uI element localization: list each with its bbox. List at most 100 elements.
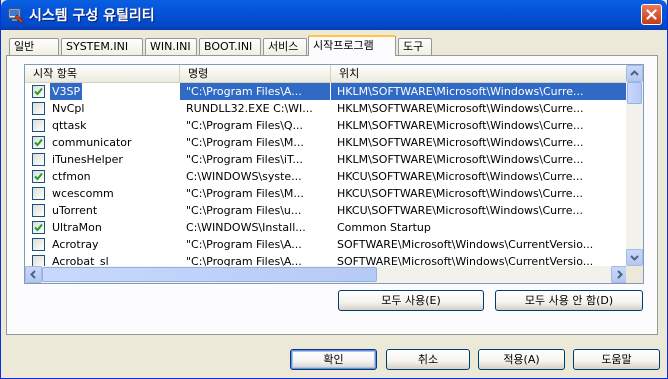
scroll-corner — [626, 266, 643, 283]
startup-item-command: C:\WINDOWS\Install... — [186, 221, 306, 234]
close-button[interactable] — [641, 4, 662, 25]
startup-item-command: C:\WINDOWS\syste... — [186, 170, 302, 183]
startup-item-name: iTunesHelper — [52, 153, 123, 166]
list-item[interactable]: communicator "C:\Program Files\M... HKLM\S… — [25, 134, 628, 151]
checkmark-icon — [34, 87, 43, 96]
startup-item-checkbox[interactable] — [32, 221, 45, 234]
list-item[interactable]: UltraMon C:\WINDOWS\Install... Common Star… — [25, 219, 628, 236]
system-config-window: 시스템 구성 유틸리티 일반 SYSTEM.INI WIN.INI BOOT.I… — [0, 0, 668, 379]
startup-item-checkbox[interactable] — [32, 238, 45, 251]
vertical-scrollbar[interactable] — [626, 65, 643, 266]
list-item[interactable]: qttask "C:\Program Files\Q... HKLM\SOFTWAR… — [25, 117, 628, 134]
startup-item-name: V3SP — [50, 83, 83, 100]
startup-item-cell: ctfmon — [25, 168, 179, 185]
startup-item-command: RUNDLL32.EXE C:\WI... — [186, 102, 313, 115]
chevron-up-icon — [630, 70, 639, 76]
tab-tools[interactable]: 도구 — [398, 38, 432, 55]
startup-item-location: HKCU\SOFTWARE\Microsoft\Windows\Curre... — [337, 187, 584, 200]
list-header: 시작 항목 명령 위치 — [25, 65, 628, 83]
list-item[interactable]: V3SP "C:\Program Files\A... HKLM\SOFTWARE\… — [25, 83, 628, 100]
list-item[interactable]: wcescomm "C:\Program Files\M... HKCU\SOFTW… — [25, 185, 628, 202]
horizontal-scroll-thumb[interactable] — [42, 267, 377, 282]
scroll-down-button[interactable] — [626, 249, 643, 266]
startup-item-cell: Acrotray — [25, 236, 179, 253]
enable-all-button[interactable]: 모두 사용(E) — [338, 290, 484, 311]
startup-item-location: HKLM\SOFTWARE\Microsoft\Windows\Curre... — [331, 83, 628, 100]
title-bar[interactable]: 시스템 구성 유틸리티 — [1, 0, 667, 30]
msconfig-app-icon — [7, 6, 25, 24]
startup-item-location: SOFTWARE\Microsoft\Windows\CurrentVersio… — [337, 238, 594, 251]
startup-item-name: NvCpl — [52, 102, 85, 115]
list-item[interactable]: Acrotray "C:\Program Files\A... SOFTWARE\M… — [25, 236, 628, 253]
list-item[interactable]: NvCpl RUNDLL32.EXE C:\WI... HKLM\SOFTWARE\… — [25, 100, 628, 117]
startup-item-name: communicator — [52, 136, 132, 149]
list-item[interactable]: iTunesHelper "C:\Program Files\iT... HKLM\… — [25, 151, 628, 168]
column-header-command[interactable]: 명령 — [180, 65, 331, 82]
startup-list[interactable]: 시작 항목 명령 위치 V3SP "C:\Program Files\A... HK… — [24, 64, 644, 284]
tab-win-ini[interactable]: WIN.INI — [145, 38, 197, 55]
startup-item-name: qttask — [52, 119, 87, 132]
tab-system-ini[interactable]: SYSTEM.INI — [61, 38, 143, 55]
column-header-startup-item[interactable]: 시작 항목 — [25, 65, 180, 82]
startup-item-checkbox[interactable] — [32, 170, 45, 183]
startup-item-command: "C:\Program Files\M... — [186, 136, 304, 149]
startup-item-cell: iTunesHelper — [25, 151, 179, 168]
tab-boot-ini[interactable]: BOOT.INI — [199, 38, 261, 55]
startup-item-checkbox[interactable] — [32, 85, 45, 98]
startup-item-command: "C:\Program Files\u... — [186, 204, 302, 217]
help-button[interactable]: 도움말 — [573, 349, 660, 370]
scroll-left-button[interactable] — [25, 266, 42, 283]
startup-item-name: Acrotray — [52, 238, 99, 251]
apply-button[interactable]: 적용(A) — [478, 349, 565, 370]
close-icon — [646, 9, 657, 20]
startup-item-cell: NvCpl — [25, 100, 179, 117]
startup-item-name: uTorrent — [52, 204, 98, 217]
startup-item-command: "C:\Program Files\A... — [186, 238, 302, 251]
startup-item-cell: UltraMon — [25, 219, 179, 236]
ok-button[interactable]: 확인 — [290, 349, 377, 370]
startup-item-cell: uTorrent — [25, 202, 179, 219]
startup-item-checkbox[interactable] — [32, 136, 45, 149]
startup-item-command: "C:\Program Files\iT... — [186, 153, 303, 166]
tab-services[interactable]: 서비스 — [263, 38, 307, 55]
tab-general[interactable]: 일반 — [9, 38, 59, 55]
startup-item-checkbox[interactable] — [32, 187, 45, 200]
vertical-scroll-thumb[interactable] — [627, 82, 642, 104]
startup-item-checkbox[interactable] — [32, 102, 45, 115]
cancel-button[interactable]: 취소 — [386, 349, 470, 370]
list-item[interactable]: ctfmon C:\WINDOWS\syste... HKCU\SOFTWARE\M… — [25, 168, 628, 185]
startup-item-checkbox[interactable] — [32, 204, 45, 217]
startup-item-name: ctfmon — [52, 170, 91, 183]
startup-item-checkbox[interactable] — [32, 153, 45, 166]
list-item[interactable]: uTorrent "C:\Program Files\u... HKCU\SOFTW… — [25, 202, 628, 219]
startup-item-command: "C:\Program Files\Q... — [186, 119, 304, 132]
scroll-up-button[interactable] — [626, 65, 643, 82]
checkmark-icon — [34, 223, 43, 232]
startup-item-cell: qttask — [25, 117, 179, 134]
startup-item-command: "C:\Program Files\A... — [180, 83, 330, 100]
window-title: 시스템 구성 유틸리티 — [29, 8, 155, 24]
startup-item-location: HKLM\SOFTWARE\Microsoft\Windows\Curre... — [337, 102, 584, 115]
startup-item-command: "C:\Program Files\M... — [186, 187, 304, 200]
startup-item-location: HKCU\SOFTWARE\Microsoft\Windows\Curre... — [337, 170, 584, 183]
startup-item-location: HKLM\SOFTWARE\Microsoft\Windows\Curre... — [337, 153, 584, 166]
startup-item-location: HKCU\SOFTWARE\Microsoft\Windows\Curre... — [337, 204, 584, 217]
column-header-location[interactable]: 위치 — [331, 65, 628, 82]
list-rows: V3SP "C:\Program Files\A... HKLM\SOFTWARE\… — [25, 83, 628, 270]
chevron-right-icon — [617, 270, 623, 279]
startup-item-name: UltraMon — [52, 221, 102, 234]
startup-item-checkbox[interactable] — [32, 119, 45, 132]
tab-startup[interactable]: 시작프로그램 — [308, 35, 396, 56]
startup-item-location: HKLM\SOFTWARE\Microsoft\Windows\Curre... — [337, 136, 584, 149]
horizontal-scrollbar[interactable] — [25, 266, 628, 283]
checkmark-icon — [34, 172, 43, 181]
startup-item-cell: V3SP — [25, 83, 179, 100]
startup-item-cell: communicator — [25, 134, 179, 151]
disable-all-button[interactable]: 모두 사용 안 함(D) — [495, 290, 643, 311]
checkmark-icon — [34, 138, 43, 147]
startup-item-name: wcescomm — [52, 187, 114, 200]
startup-item-cell: wcescomm — [25, 185, 179, 202]
startup-item-location: HKLM\SOFTWARE\Microsoft\Windows\Curre... — [337, 119, 584, 132]
chevron-left-icon — [30, 270, 36, 279]
startup-item-location: Common Startup — [337, 221, 431, 234]
